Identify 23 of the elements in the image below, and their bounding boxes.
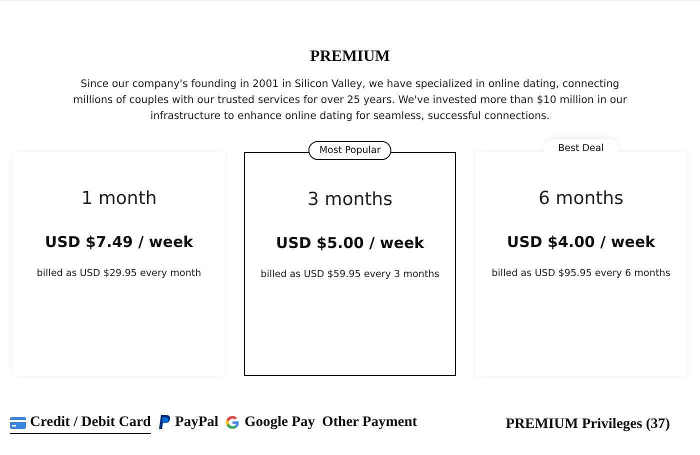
payment-tab[interactable]: Credit / Debit Card	[10, 414, 151, 434]
page-title: PREMIUM	[310, 48, 390, 66]
plan-duration: 1 month	[81, 188, 157, 209]
plan-card[interactable]: 1 month USD $7.49 / week billed as USD $29.95 every month	[13, 152, 225, 376]
google-icon	[225, 415, 240, 430]
plan-duration: 6 months	[538, 188, 624, 209]
payment-tab[interactable]: Google Pay	[225, 414, 315, 434]
plan-duration: 3 months	[308, 189, 392, 210]
best-deal-badge: Best Deal	[544, 139, 618, 158]
intro-paragraph: Since our company's founding in 2001 in Silicon Valley, we have specialized in online dating, connecting millions of couples with our trusted services for over 25 years. We've invested more than $10 million in our infrastructure to enhance online dating for seamless, successful connections.	[72, 77, 628, 124]
payment-tab[interactable]: Other Payment	[322, 414, 418, 434]
billing-note: billed as USD $59.95 every 3 months	[260, 269, 440, 280]
plan-price: USD $7.49 / week	[44, 233, 194, 251]
paypal-icon	[158, 415, 171, 430]
plan-card[interactable]: 6 months USD $4.00 / week billed as USD $95.95 every 6 months	[475, 152, 687, 376]
credit-card-icon	[10, 416, 26, 428]
payment-tab[interactable]: PayPal	[158, 414, 218, 434]
plan-price: USD $4.00 / week	[506, 233, 656, 251]
plan-price: USD $5.00 / week	[276, 234, 424, 252]
billing-note: billed as USD $29.95 every month	[36, 268, 202, 279]
most-popular-badge: Most Popular	[308, 141, 392, 160]
billing-note: billed as USD $95.95 every 6 months	[492, 268, 670, 279]
privileges-link[interactable]: PREMIUM Privileges (37)	[506, 416, 670, 432]
